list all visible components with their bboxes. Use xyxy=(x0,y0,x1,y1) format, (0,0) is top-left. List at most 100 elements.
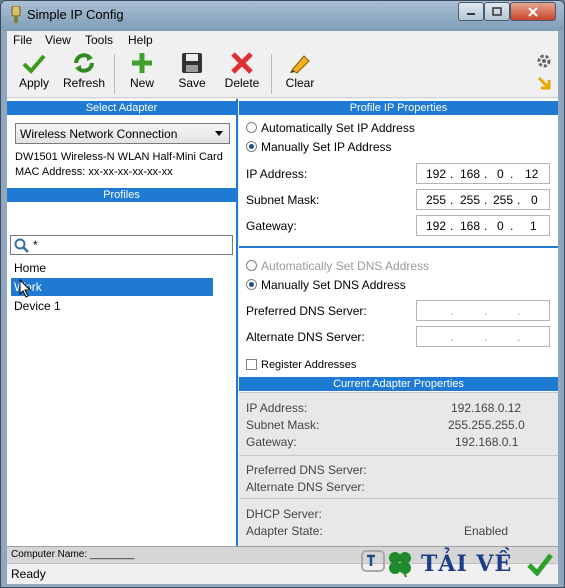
minimize-icon xyxy=(467,12,475,15)
title-bar[interactable]: Simple IP Config xyxy=(1,1,564,31)
register-addresses-label: Register Addresses xyxy=(261,359,357,371)
refresh-label: Refresh xyxy=(62,76,106,90)
register-addresses-checkbox[interactable]: Register Addresses xyxy=(246,359,356,371)
right-panel: Profile IP Properties Automatically Set … xyxy=(239,99,558,546)
adapter-state-value: Enabled xyxy=(464,524,509,538)
watermark-text: TẢI VỀ xyxy=(421,551,513,577)
gateway-label: Gateway: xyxy=(246,219,297,233)
preferred-dns-field[interactable]: ... xyxy=(416,300,550,321)
manual-ip-radio[interactable]: Manually Set IP Address xyxy=(246,140,392,154)
section-divider xyxy=(239,246,558,248)
alternate-dns-field[interactable]: ... xyxy=(416,326,550,347)
menu-view[interactable]: View xyxy=(45,33,71,47)
toolbar-separator xyxy=(271,54,272,94)
current-dhcp-section: DHCP Server: Adapter State: Enabled xyxy=(239,498,558,546)
ip-octet: 0 xyxy=(497,167,504,181)
search-value: * xyxy=(33,238,38,252)
adapter-select[interactable]: Wireless Network Connection xyxy=(15,123,230,144)
ip-octet: 168 xyxy=(460,167,481,181)
auto-dns-radio[interactable]: Automatically Set DNS Address xyxy=(246,259,429,273)
menu-help[interactable]: Help xyxy=(128,33,153,47)
current-dns-section: Preferred DNS Server: Alternate DNS Serv… xyxy=(239,455,558,498)
ip-dot: . xyxy=(517,193,521,207)
profile-item-device-1[interactable]: Device 1 xyxy=(11,297,213,315)
delete-x-icon xyxy=(231,52,253,74)
mac-address: MAC Address: xx-xx-xx-xx-xx-xx xyxy=(15,166,173,178)
cur-ip-label: IP Address: xyxy=(246,401,308,415)
gateway-octet: 1 xyxy=(530,219,537,233)
ip-octet: 12 xyxy=(525,167,539,181)
ip-dot: . xyxy=(484,193,488,207)
app-window: Simple IP Config File View Tools Help Ap… xyxy=(0,0,565,588)
subnet-mask-label: Subnet Mask: xyxy=(246,193,320,207)
gateway-field[interactable]: 192. 168. 0. 1 xyxy=(416,215,550,236)
cur-gateway-label: Gateway: xyxy=(246,435,297,449)
radio-unchecked-icon xyxy=(246,260,257,271)
ip-dot: . xyxy=(484,330,488,344)
profile-item-work[interactable]: Work xyxy=(11,278,213,296)
refresh-icon xyxy=(74,53,94,73)
current-ip-section: IP Address: 192.168.0.12 Subnet Mask: 25… xyxy=(239,392,558,455)
profile-search-input[interactable]: * xyxy=(10,235,233,255)
gateway-octet: 168 xyxy=(460,219,481,233)
auto-ip-radio[interactable]: Automatically Set IP Address xyxy=(246,121,415,135)
close-button[interactable] xyxy=(510,2,556,21)
refresh-button[interactable]: Refresh xyxy=(59,52,109,96)
subnet-octet: 255 xyxy=(493,193,514,207)
ip-dot: . xyxy=(450,304,454,318)
manual-ip-label: Manually Set IP Address xyxy=(261,140,392,154)
save-button[interactable]: Save xyxy=(167,52,217,96)
gateway-octet: 0 xyxy=(497,219,504,233)
status-text: Ready xyxy=(11,567,46,581)
clear-button[interactable]: Clear xyxy=(275,52,325,96)
ip-dot: . xyxy=(517,330,521,344)
close-icon xyxy=(528,6,538,17)
ip-address-field[interactable]: 192. 168. 0. 12 xyxy=(416,163,550,184)
delete-button[interactable]: Delete xyxy=(217,52,267,96)
ip-dot: . xyxy=(517,304,521,318)
ip-dot: . xyxy=(484,304,488,318)
save-label: Save xyxy=(178,76,206,90)
menu-file[interactable]: File xyxy=(13,33,32,47)
window-title: Simple IP Config xyxy=(27,7,124,22)
preferred-dns-label: Preferred DNS Server: xyxy=(246,304,367,318)
clear-label: Clear xyxy=(285,76,315,90)
gateway-octet: 192 xyxy=(426,219,447,233)
adapter-select-value: Wireless Network Connection xyxy=(20,127,178,141)
menu-tools[interactable]: Tools xyxy=(85,33,113,47)
cur-alt-dns-label: Alternate DNS Server: xyxy=(246,480,365,494)
green-check-icon xyxy=(527,553,553,576)
adapter-description: DW1501 Wireless-N WLAN Half-Mini Card xyxy=(15,151,223,163)
manual-dns-label: Manually Set DNS Address xyxy=(261,278,406,292)
gear-icon[interactable] xyxy=(536,53,552,69)
left-panel: Select Adapter Wireless Network Connecti… xyxy=(7,99,238,546)
maximize-icon xyxy=(492,7,502,16)
maximize-button[interactable] xyxy=(484,2,510,21)
floppy-disk-icon xyxy=(182,53,202,73)
select-adapter-header: Select Adapter xyxy=(7,101,236,115)
delete-label: Delete xyxy=(224,76,260,90)
alternate-dns-label: Alternate DNS Server: xyxy=(246,330,365,344)
minimize-button[interactable] xyxy=(458,2,484,21)
cur-subnet-value: 255.255.255.0 xyxy=(448,418,525,432)
apply-button[interactable]: Apply xyxy=(9,52,59,96)
ip-dot: . xyxy=(484,219,488,233)
apply-label: Apply xyxy=(18,76,50,90)
ip-dot: . xyxy=(450,193,454,207)
auto-dns-label: Automatically Set DNS Address xyxy=(261,259,430,273)
manual-dns-radio[interactable]: Manually Set DNS Address xyxy=(246,278,406,292)
ip-dot: . xyxy=(484,167,488,181)
profile-item-home[interactable]: Home xyxy=(11,259,213,277)
subnet-mask-field[interactable]: 255. 255. 255. 0 xyxy=(416,189,550,210)
current-adapter-header: Current Adapter Properties xyxy=(239,377,558,391)
search-icon xyxy=(14,238,29,253)
new-label: New xyxy=(129,76,154,90)
pencil-icon xyxy=(290,55,310,74)
cur-subnet-label: Subnet Mask: xyxy=(246,418,320,432)
new-button[interactable]: New xyxy=(117,52,167,96)
toolbar-separator xyxy=(114,54,115,94)
arrow-icon[interactable] xyxy=(536,75,552,91)
subnet-octet: 255 xyxy=(460,193,481,207)
cur-ip-value: 192.168.0.12 xyxy=(451,401,522,415)
radio-unchecked-icon xyxy=(246,122,257,133)
